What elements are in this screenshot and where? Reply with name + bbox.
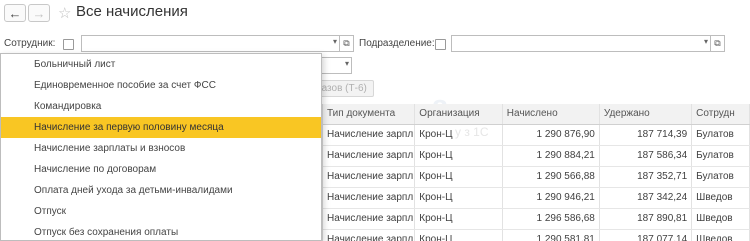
cell-withheld: 187 077,14 (600, 230, 693, 241)
column-header-accrued[interactable]: Начислено (503, 104, 600, 124)
cell-withheld: 187 890,81 (600, 209, 693, 229)
forward-button[interactable]: → (28, 4, 50, 22)
cell-doc-type: Начисление зарпл (323, 146, 416, 166)
column-header-doc-type[interactable]: Тип документа (323, 104, 416, 124)
cell-organization: Крон-Ц (415, 188, 503, 208)
table-header: Тип документа Организация Начислено Удер… (323, 104, 750, 125)
employee-filter-checkbox[interactable] (63, 39, 74, 50)
table-row[interactable]: Начисление зарпл Крон-Ц 1 290 566,88 187 35… (323, 167, 750, 188)
cell-doc-type: Начисление зарпл (323, 167, 416, 187)
cell-employee: Шведов (692, 230, 750, 241)
cell-organization: Крон-Ц (415, 146, 503, 166)
cell-withheld: 187 714,39 (600, 125, 693, 145)
dropdown-item[interactable]: Единовременное пособие за счет ФСС (1, 75, 321, 96)
cell-organization: Крон-Ц (415, 125, 503, 145)
cell-employee: Шведов (692, 209, 750, 229)
cell-accrued: 1 296 586,68 (503, 209, 600, 229)
cell-accrued: 1 290 581,81 (503, 230, 600, 241)
employee-input[interactable]: ▾ (81, 35, 340, 52)
employee-label: Сотрудник: (4, 38, 56, 49)
cell-doc-type: Начисление зарпл (323, 230, 416, 241)
cell-employee: Шведов (692, 188, 750, 208)
department-filter-checkbox[interactable] (435, 39, 446, 50)
table-row[interactable]: Начисление зарпл Крон-Ц 1 290 884,21 187 58… (323, 146, 750, 167)
chevron-down-icon[interactable]: ▾ (704, 37, 708, 46)
table-row[interactable]: Начисление зарпл Крон-Ц 1 290 876,90 187 71… (323, 125, 750, 146)
cell-withheld: 187 586,34 (600, 146, 693, 166)
document-type-dropdown[interactable]: Больничный лист Единовременное пособие за… (0, 53, 322, 241)
dropdown-item[interactable]: Отпуск без сохранения оплаты (1, 222, 321, 240)
cell-doc-type: Начисление зарпл (323, 188, 416, 208)
arrow-right-icon: → (32, 5, 46, 21)
table-row[interactable]: Начисление зарпл Крон-Ц 1 290 581,81 187 07… (323, 230, 750, 241)
star-icon[interactable]: ☆ (58, 4, 71, 22)
cell-withheld: 187 342,24 (600, 188, 693, 208)
cell-employee: Булатов (692, 146, 750, 166)
cell-organization: Крон-Ц (415, 167, 503, 187)
department-label: Подразделение: (359, 38, 435, 49)
table-row[interactable]: Начисление зарпл Крон-Ц 1 290 946,21 187 34… (323, 188, 750, 209)
column-header-withheld[interactable]: Удержано (600, 104, 693, 124)
cell-accrued: 1 290 876,90 (503, 125, 600, 145)
chevron-down-icon[interactable]: ▾ (333, 37, 337, 46)
cell-organization: Крон-Ц (415, 230, 503, 241)
cell-doc-type: Начисление зарпл (323, 209, 416, 229)
cell-withheld: 187 352,71 (600, 167, 693, 187)
arrow-left-icon: ← (8, 5, 22, 21)
doc-type-input[interactable]: ▾ (318, 57, 352, 74)
employee-open-button[interactable]: ⧉ (339, 35, 354, 52)
dropdown-item[interactable]: Больничный лист (1, 54, 321, 75)
dropdown-item[interactable]: Оплата дней ухода за детьми-инвалидами (1, 180, 321, 201)
open-link-icon: ⧉ (714, 38, 721, 48)
documents-table: Тип документа Организация Начислено Удер… (322, 104, 750, 241)
column-header-employee[interactable]: Сотрудн (692, 104, 750, 124)
cell-accrued: 1 290 946,21 (503, 188, 600, 208)
cell-employee: Булатов (692, 125, 750, 145)
dropdown-item[interactable]: Отпуск (1, 201, 321, 222)
page-title: Все начисления (76, 3, 188, 20)
cell-doc-type: Начисление зарпл (323, 125, 416, 145)
dropdown-item[interactable]: Начисление за первую половину месяца (1, 117, 321, 138)
cell-employee: Булатов (692, 167, 750, 187)
dropdown-item[interactable]: Начисление зарплаты и взносов (1, 138, 321, 159)
open-link-icon: ⧉ (343, 38, 350, 48)
department-open-button[interactable]: ⧉ (710, 35, 725, 52)
back-button[interactable]: ← (4, 4, 26, 22)
dropdown-item[interactable]: Начисление по договорам (1, 159, 321, 180)
column-header-organization[interactable]: Организация (415, 104, 503, 124)
cell-organization: Крон-Ц (415, 209, 503, 229)
table-row[interactable]: Начисление зарпл Крон-Ц 1 296 586,68 187 89… (323, 209, 750, 230)
cell-accrued: 1 290 566,88 (503, 167, 600, 187)
chevron-down-icon[interactable]: ▾ (345, 59, 349, 68)
dropdown-item[interactable]: Командировка (1, 96, 321, 117)
department-input[interactable]: ▾ (451, 35, 711, 52)
cell-accrued: 1 290 884,21 (503, 146, 600, 166)
